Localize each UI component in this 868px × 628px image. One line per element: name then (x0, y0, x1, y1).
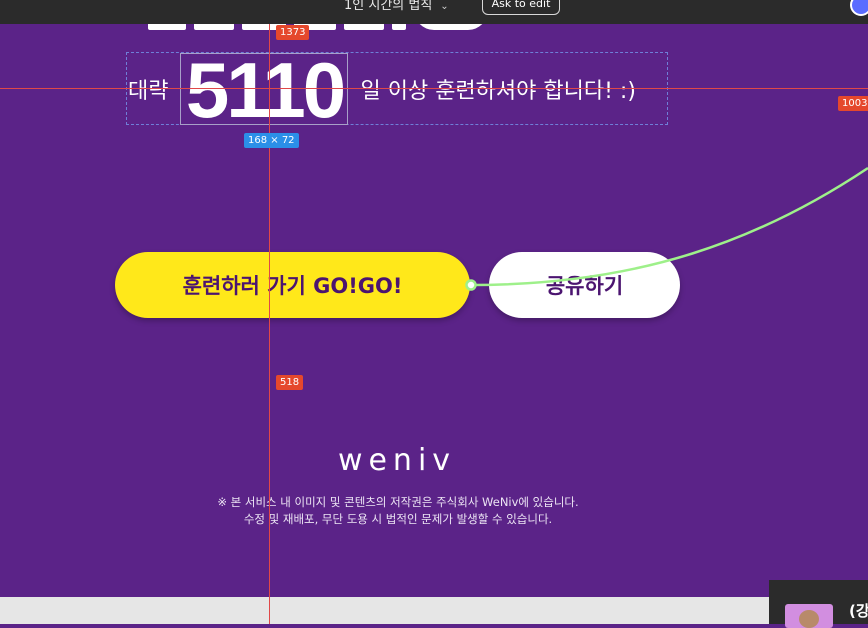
ask-to-edit-button[interactable]: Ask to edit (482, 0, 560, 15)
size-badge: 168 × 72 (244, 133, 299, 148)
copyright-notice: ※ 본 서비스 내 이미지 및 콘텐츠의 저작권은 주식회사 WeNiv에 있습… (150, 494, 646, 528)
go-train-button[interactable]: 훈련하러 가기 GO!GO! (115, 252, 470, 318)
file-title-label: 1인 시간의 법칙 (344, 0, 433, 13)
chevron-down-icon: ⌄ (440, 1, 449, 12)
file-title-dropdown[interactable]: 1인 시간의 법칙 ⌄ (344, 0, 449, 13)
copyright-line-1: ※ 본 서비스 내 이미지 및 콘텐츠의 저작권은 주식회사 WeNiv에 있습… (217, 495, 579, 509)
copyright-line-2: 수정 및 재배포, 무단 도용 시 법적인 문제가 발생할 수 있습니다. (243, 512, 553, 526)
popup-title: (강 (849, 602, 868, 620)
popup-thumbnail (785, 604, 833, 628)
editor-topbar: 1인 시간의 법칙 ⌄ Ask to edit (0, 0, 868, 24)
horizontal-guide-line (0, 88, 868, 89)
share-button[interactable]: 공유하기 (489, 252, 680, 318)
page-bottom-band (0, 597, 868, 624)
user-avatar[interactable] (850, 0, 868, 16)
weniv-logo: weniv (337, 443, 457, 478)
vertical-guide-line (269, 24, 270, 624)
measure-badge-mid: 518 (276, 375, 304, 390)
measure-badge-top: 1373 (276, 25, 310, 40)
floating-popup[interactable]: (강 (769, 580, 868, 628)
measure-badge-right: 1003 (838, 96, 868, 111)
